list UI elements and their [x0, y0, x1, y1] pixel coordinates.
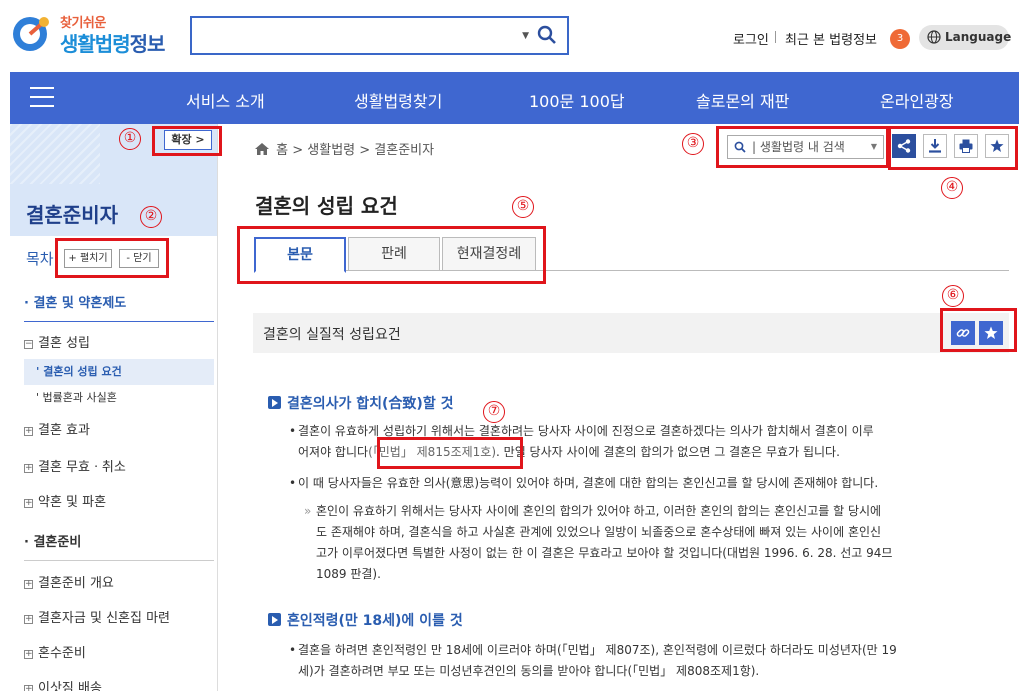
- heading-age: 혼인적령(만 18세)에 이를 것: [268, 610, 463, 630]
- expand-icon: +: [24, 579, 33, 589]
- sidebar-item-engagement[interactable]: + 약혼 및 파혼: [24, 491, 106, 510]
- sidebar-item-marriage-formation[interactable]: − 결혼 성립: [24, 332, 90, 351]
- paragraph-age: • 결혼을 하려면 혼인적령인 만 18세에 이르러야 하며(「민법」 제807…: [289, 643, 897, 678]
- sidebar-item-funds-housing[interactable]: + 결혼자금 및 신혼집 마련: [24, 607, 170, 626]
- breadcrumb-level2[interactable]: 결혼준비자: [374, 143, 434, 158]
- page-title: 결혼의 성립 요건: [255, 194, 398, 218]
- expand-icon: +: [24, 498, 33, 508]
- logo-title: 생활법령정보: [60, 32, 165, 56]
- annotation-number-2: ②: [140, 206, 162, 228]
- expand-icon: +: [24, 614, 33, 624]
- annotation-box-1: [152, 126, 222, 156]
- paragraph-precedent: » 혼인이 유효하기 위해서는 당사자 사이에 혼인의 합의가 있어야 하고, …: [304, 504, 893, 581]
- toc-label: 목차: [26, 250, 54, 268]
- annotation-box-6: [940, 308, 1017, 352]
- recent-count-badge: 3: [890, 29, 910, 49]
- annotation-box-4: [888, 126, 1018, 170]
- language-button[interactable]: Language: [919, 25, 1012, 50]
- divider: [24, 321, 214, 322]
- annotation-number-5: ⑤: [512, 196, 534, 218]
- bullet-play-icon: [268, 396, 281, 409]
- bullet-play-icon: [268, 613, 281, 626]
- language-label: Language: [945, 30, 1012, 44]
- expand-icon: +: [24, 463, 33, 473]
- sidebar-item-invalidity[interactable]: + 결혼 무효ㆍ취소: [24, 456, 126, 475]
- main-search-input[interactable]: ▼: [190, 16, 569, 55]
- sidebar-item-prep-overview[interactable]: + 결혼준비 개요: [24, 572, 114, 591]
- nav-solomon-trial[interactable]: 솔로몬의 재판: [696, 88, 789, 112]
- sidebar-item-wedding-prep[interactable]: · 결혼준비: [24, 531, 81, 550]
- breadcrumb: 홈 > 생활법령 > 결혼준비자: [255, 139, 434, 158]
- annotation-number-4: ④: [941, 177, 963, 199]
- sidebar-item-marriage-effects[interactable]: + 결혼 효과: [24, 419, 90, 438]
- nav-online-plaza[interactable]: 온라인광장: [880, 88, 954, 112]
- login-link[interactable]: 로그인: [733, 29, 769, 48]
- expand-icon: +: [24, 685, 33, 691]
- site-logo[interactable]: 찾기쉬운 생활법령정보: [10, 10, 170, 60]
- recent-laws-link[interactable]: 최근 본 법령정보: [785, 29, 877, 48]
- annotation-number-1: ①: [119, 128, 141, 150]
- paragraph-capacity: • 이 때 당사자들은 유효한 의사(意思)능력이 있어야 하며, 결혼에 대한…: [289, 476, 879, 490]
- annotation-box-2: [55, 238, 169, 278]
- nav-100-qa[interactable]: 100문 100답: [529, 88, 625, 112]
- breadcrumb-level1[interactable]: 생활법령: [307, 143, 355, 158]
- main-nav: 서비스 소개 생활법령찾기 100문 100답 솔로몬의 재판 온라인광장: [10, 72, 1019, 124]
- annotation-box-7: [377, 437, 523, 469]
- section-header: 결혼의 실질적 성립요건: [253, 313, 1009, 353]
- collapse-icon: −: [24, 339, 33, 349]
- search-icon[interactable]: [537, 25, 557, 45]
- divider: [775, 31, 776, 43]
- heading-consent: 결혼의사가 합치(合致)할 것: [268, 393, 453, 413]
- section-title: 결혼의 실질적 성립요건: [263, 327, 401, 343]
- nav-service-intro[interactable]: 서비스 소개: [186, 88, 265, 112]
- annotation-number-7: ⑦: [483, 401, 505, 423]
- annotation-box-5: [237, 226, 546, 284]
- annotation-box-3: [716, 126, 889, 168]
- expand-icon: +: [24, 649, 33, 659]
- annotation-number-6: ⑥: [942, 285, 964, 307]
- expand-icon: +: [24, 426, 33, 436]
- logo-mark-icon: [13, 17, 49, 51]
- sidebar-item-moving[interactable]: + 이삿짐 배송: [24, 677, 102, 691]
- home-icon[interactable]: [255, 143, 269, 155]
- sidebar-title: 결혼준비자: [26, 203, 118, 227]
- globe-icon: [927, 30, 941, 44]
- sidebar-item-dowry[interactable]: + 혼수준비: [24, 642, 86, 661]
- sidebar-item-marriage-system[interactable]: · 결혼 및 약혼제도: [24, 292, 126, 311]
- divider: [24, 560, 214, 561]
- breadcrumb-home[interactable]: 홈: [276, 143, 288, 158]
- sidebar: 확장 > 결혼준비자 목차 + 펼치기 - 닫기 · 결혼 및 약혼제도 − 결혼…: [10, 124, 218, 691]
- hamburger-menu-icon[interactable]: [30, 87, 54, 107]
- nav-find-laws[interactable]: 생활법령찾기: [354, 88, 442, 112]
- sidebar-item-legal-vs-de-facto[interactable]: ' 법률혼과 사실혼: [24, 385, 214, 411]
- chevron-down-icon[interactable]: ▼: [522, 31, 529, 41]
- sidebar-item-formation-requirements[interactable]: ' 결혼의 성립 요건: [24, 359, 214, 385]
- annotation-number-3: ③: [682, 133, 704, 155]
